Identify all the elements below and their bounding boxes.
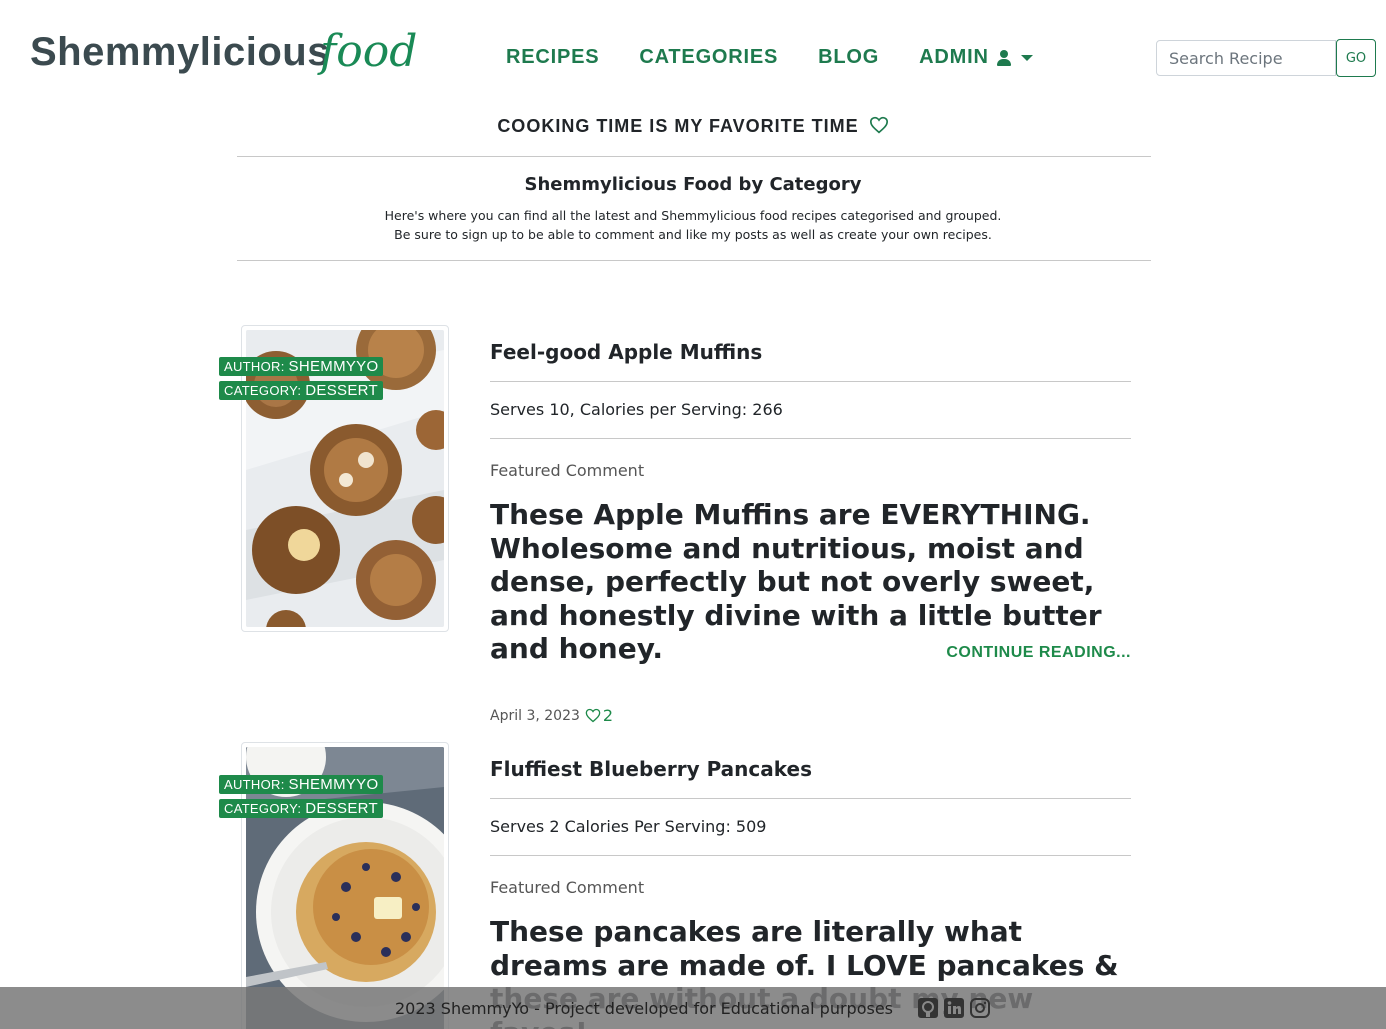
intro-title: Shemmylicious Food by Category [524, 174, 862, 195]
nav-categories[interactable]: CATEGORIES [639, 46, 778, 69]
chevron-down-icon [1020, 54, 1033, 61]
divider [237, 156, 1151, 157]
category-label: CATEGORY: [224, 383, 302, 398]
logo-wordmark: Shemmylicious [30, 30, 330, 74]
nav-admin-dropdown[interactable]: ADMIN [919, 46, 1033, 69]
search-go-button[interactable]: GO [1336, 39, 1376, 77]
category-name: DESSERT [305, 382, 378, 399]
recipe-meta: April 3, 2023 2 [490, 706, 613, 725]
main-nav: RECIPES CATEGORIES BLOG ADMIN [506, 46, 1073, 69]
nav-admin-label: ADMIN [919, 46, 989, 68]
featured-comment-label: Featured Comment [490, 461, 645, 480]
tagline: COOKING TIME IS MY FAVORITE TIME [0, 116, 1386, 139]
heart-icon[interactable] [585, 708, 601, 723]
footer: 2023 ShemmyYo - Project developed for Ed… [0, 987, 1386, 1029]
divider [490, 855, 1131, 856]
recipe-serves: Serves 2 Calories Per Serving: 509 [490, 817, 767, 836]
category-name: DESSERT [305, 800, 378, 817]
divider [490, 381, 1131, 382]
recipe-serves: Serves 10, Calories per Serving: 266 [490, 400, 783, 419]
featured-comment-label: Featured Comment [490, 878, 645, 897]
author-label: AUTHOR: [224, 777, 285, 792]
divider [490, 438, 1131, 439]
divider [490, 798, 1131, 799]
footer-text: 2023 ShemmyYo - Project developed for Ed… [395, 998, 893, 1018]
search-input[interactable] [1156, 40, 1336, 76]
nav-recipes[interactable]: RECIPES [506, 46, 599, 69]
category-badge: CATEGORY: DESSERT [219, 381, 383, 400]
author-badge: AUTHOR: SHEMMYYO [219, 357, 384, 376]
category-label: CATEGORY: [224, 801, 302, 816]
intro-line-1: Here's where you can find all the latest… [384, 208, 1002, 223]
recipe-date: April 3, 2023 [490, 707, 580, 724]
site-logo[interactable]: Shemmylicious food [30, 14, 417, 94]
featured-comment: These Apple Muffins are EVERYTHING. Whol… [490, 498, 1102, 665]
instagram-icon[interactable] [969, 997, 991, 1019]
author-badge: AUTHOR: SHEMMYYO [219, 775, 384, 794]
author-name: SHEMMYYO [288, 776, 379, 793]
category-badge: CATEGORY: DESSERT [219, 799, 383, 818]
author-name: SHEMMYYO [288, 358, 379, 375]
recipe-title[interactable]: Feel-good Apple Muffins [490, 340, 762, 364]
continue-reading-link[interactable]: CONTINUE READING... [946, 644, 1131, 662]
nav-blog[interactable]: BLOG [818, 46, 879, 69]
intro-line-2: Be sure to sign up to be able to comment… [394, 227, 992, 242]
divider [237, 260, 1151, 261]
heart-icon [869, 116, 889, 139]
github-icon[interactable] [917, 997, 939, 1019]
like-count: 2 [602, 706, 614, 725]
intro-text: Here's where you can find all the latest… [0, 206, 1386, 244]
logo-script-word: food [320, 26, 418, 77]
author-label: AUTHOR: [224, 359, 285, 374]
tagline-text: COOKING TIME IS MY FAVORITE TIME [497, 116, 859, 136]
user-icon [996, 49, 1011, 66]
linkedin-icon[interactable] [943, 997, 965, 1019]
recipe-title[interactable]: Fluffiest Blueberry Pancakes [490, 757, 812, 781]
